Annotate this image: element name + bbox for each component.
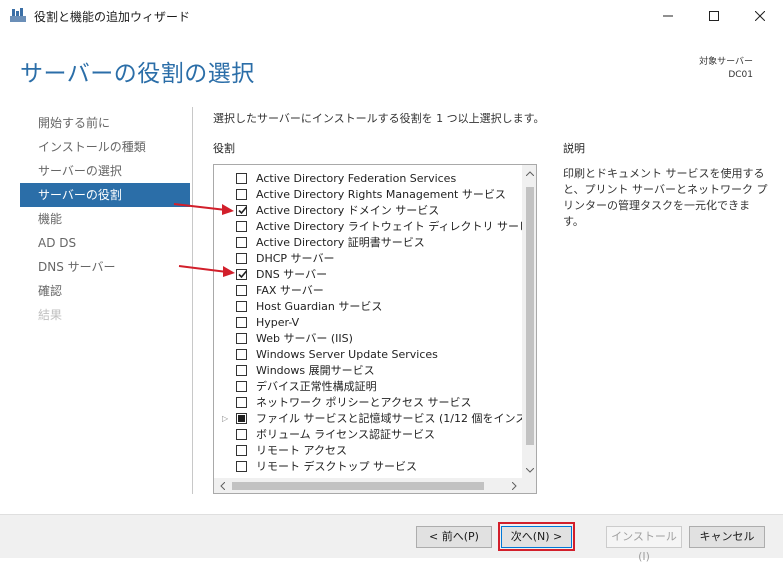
role-row[interactable]: Windows 展開サービス xyxy=(214,363,523,379)
minimize-button[interactable] xyxy=(645,0,691,32)
page-title: サーバーの役割の選択 xyxy=(20,61,255,87)
role-row[interactable]: リモート アクセス xyxy=(214,443,523,459)
scroll-left-icon[interactable] xyxy=(214,478,230,493)
role-row[interactable]: DHCP サーバー xyxy=(214,251,523,267)
role-checkbox[interactable] xyxy=(236,445,247,456)
role-checkbox[interactable] xyxy=(236,317,247,328)
role-label: ファイル サービスと記憶域サービス (1/12 個をインストール済 xyxy=(256,412,523,425)
maximize-button[interactable] xyxy=(691,0,737,32)
role-checkbox[interactable] xyxy=(236,301,247,312)
server-manager-icon xyxy=(9,7,27,23)
role-label: リモート アクセス xyxy=(256,444,347,457)
role-label: Active Directory Rights Management サービス xyxy=(256,188,506,201)
description-heading: 説明 xyxy=(563,142,585,155)
role-row[interactable]: Active Directory 証明書サービス xyxy=(214,235,523,251)
roles-heading: 役割 xyxy=(213,142,235,155)
vertical-scrollbar[interactable] xyxy=(522,165,536,478)
role-row[interactable]: Active Directory ライトウェイト ディレクトリ サービス xyxy=(214,219,523,235)
next-button-highlight xyxy=(498,522,575,551)
title-bar: 役割と機能の追加ウィザード xyxy=(0,0,783,32)
role-row[interactable]: ボリューム ライセンス認証サービス xyxy=(214,427,523,443)
role-checkbox[interactable] xyxy=(236,285,247,296)
expand-icon[interactable]: ▷ xyxy=(222,411,228,427)
destination-value: DC01 xyxy=(728,70,753,80)
role-label: デバイス正常性構成証明 xyxy=(256,380,377,393)
horizontal-scroll-thumb[interactable] xyxy=(232,482,484,490)
nav-divider xyxy=(192,107,193,494)
role-label: Windows 展開サービス xyxy=(256,364,375,377)
scrollbar-corner xyxy=(522,478,536,493)
role-checkbox[interactable] xyxy=(236,333,247,344)
horizontal-scrollbar[interactable] xyxy=(214,478,522,493)
scroll-down-icon[interactable] xyxy=(522,462,536,478)
scroll-right-icon[interactable] xyxy=(506,478,522,493)
scroll-up-icon[interactable] xyxy=(522,165,536,181)
role-label: Windows Server Update Services xyxy=(256,348,438,361)
role-checkbox[interactable] xyxy=(236,173,247,184)
vertical-scroll-thumb[interactable] xyxy=(526,187,534,445)
annotation-arrow-dns xyxy=(178,265,235,277)
role-row[interactable]: リモート デスクトップ サービス xyxy=(214,459,523,475)
role-label: Active Directory ライトウェイト ディレクトリ サービス xyxy=(256,220,523,233)
annotation-arrow-ad-ds xyxy=(173,203,234,215)
role-row[interactable]: Active Directory Federation Services xyxy=(214,171,523,187)
nav-step-installation-type[interactable]: インストールの種類 xyxy=(20,135,190,159)
role-checkbox[interactable] xyxy=(236,349,247,360)
role-row[interactable]: Active Directory ドメイン サービス xyxy=(214,203,523,219)
role-row[interactable]: デバイス正常性構成証明 xyxy=(214,379,523,395)
destination-label: 対象サーバー xyxy=(699,57,753,67)
role-label: Hyper-V xyxy=(256,316,300,329)
wizard-steps-nav: 開始する前に インストールの種類 サーバーの選択 サーバーの役割 機能 AD D… xyxy=(20,111,190,327)
role-row[interactable]: FAX サーバー xyxy=(214,283,523,299)
role-label: Active Directory Federation Services xyxy=(256,172,457,185)
nav-step-features[interactable]: 機能 xyxy=(20,207,190,231)
cancel-button[interactable]: キャンセル xyxy=(689,526,765,548)
role-label: Active Directory ドメイン サービス xyxy=(256,204,440,217)
nav-step-server-selection[interactable]: サーバーの選択 xyxy=(20,159,190,183)
role-checkbox[interactable] xyxy=(236,365,247,376)
roles-list[interactable]: Active Directory Federation Services Acti… xyxy=(213,164,537,494)
role-label: DNS サーバー xyxy=(256,268,328,281)
nav-step-server-roles[interactable]: サーバーの役割 xyxy=(20,183,190,207)
role-label: Web サーバー (IIS) xyxy=(256,332,353,345)
role-label: Active Directory 証明書サービス xyxy=(256,236,425,249)
roles-list-rows: Active Directory Federation Services Acti… xyxy=(214,171,523,475)
nav-step-dns-server[interactable]: DNS サーバー xyxy=(20,255,190,279)
role-row[interactable]: Web サーバー (IIS) xyxy=(214,331,523,347)
role-row[interactable]: DNS サーバー xyxy=(214,267,523,283)
role-checkbox[interactable] xyxy=(236,461,247,472)
window-title: 役割と機能の追加ウィザード xyxy=(34,10,191,24)
role-row[interactable]: Active Directory Rights Management サービス xyxy=(214,187,523,203)
role-checkbox[interactable] xyxy=(236,221,247,232)
nav-step-ad-ds[interactable]: AD DS xyxy=(20,231,190,255)
nav-step-results: 結果 xyxy=(38,308,63,322)
role-checkbox[interactable] xyxy=(236,189,247,200)
role-checkbox[interactable] xyxy=(236,413,247,424)
role-checkbox[interactable] xyxy=(236,429,247,440)
nav-step-before-you-begin[interactable]: 開始する前に xyxy=(20,111,190,135)
close-button[interactable] xyxy=(737,0,783,32)
role-row[interactable]: ネットワーク ポリシーとアクセス サービス xyxy=(214,395,523,411)
role-row[interactable]: Hyper-V xyxy=(214,315,523,331)
description-text: 印刷とドキュメント サービスを使用すると、プリント サーバーとネットワーク プリ… xyxy=(563,167,768,228)
destination-server: 対象サーバー DC01 xyxy=(699,56,753,82)
role-checkbox[interactable] xyxy=(236,381,247,392)
role-checkbox[interactable] xyxy=(236,237,247,248)
previous-button[interactable]: < 前へ(P) xyxy=(416,526,492,548)
role-label: Host Guardian サービス xyxy=(256,300,383,313)
install-button: インストール(I) xyxy=(606,526,682,563)
role-label: DHCP サーバー xyxy=(256,252,335,265)
role-label: FAX サーバー xyxy=(256,284,324,297)
role-checkbox[interactable] xyxy=(236,397,247,408)
instruction-text: 選択したサーバーにインストールする役割を 1 つ以上選択します。 xyxy=(213,112,545,125)
role-label: ネットワーク ポリシーとアクセス サービス xyxy=(256,396,472,409)
role-label: ボリューム ライセンス認証サービス xyxy=(256,428,435,441)
role-label: リモート デスクトップ サービス xyxy=(256,460,417,473)
role-row[interactable]: ▷ ファイル サービスと記憶域サービス (1/12 個をインストール済 xyxy=(214,411,523,427)
nav-step-confirmation[interactable]: 確認 xyxy=(20,279,190,303)
role-row[interactable]: Windows Server Update Services xyxy=(214,347,523,363)
role-row[interactable]: Host Guardian サービス xyxy=(214,299,523,315)
